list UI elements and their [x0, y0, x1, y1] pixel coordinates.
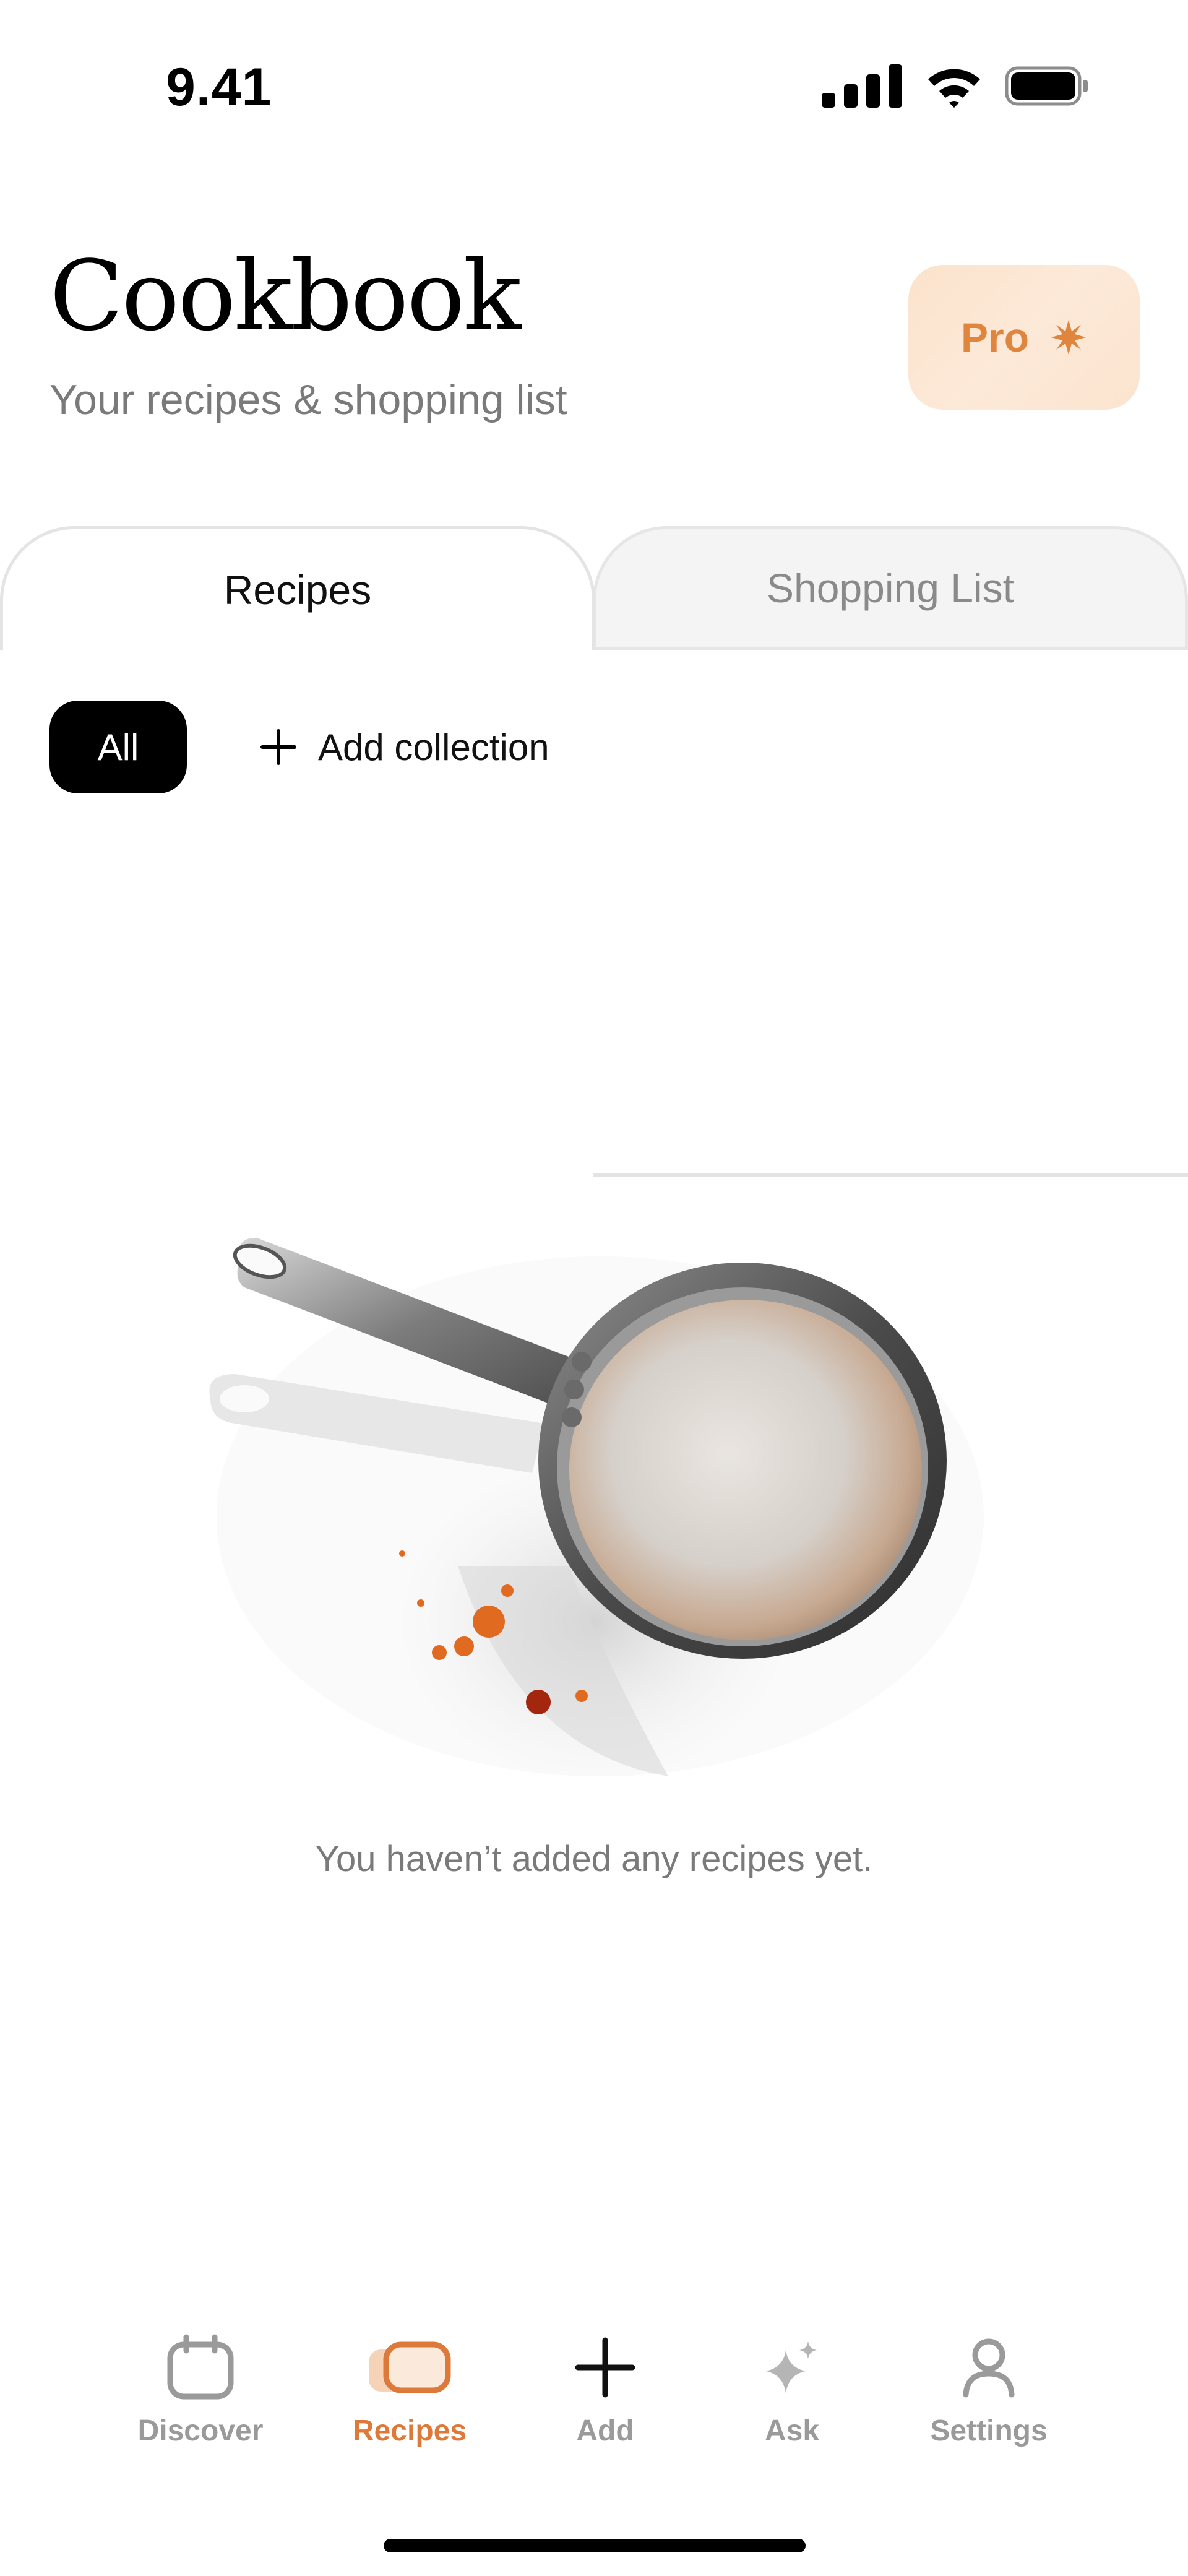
status-icons [822, 64, 1089, 108]
calendar-icon [166, 2327, 235, 2408]
tabs-divider [593, 1173, 1188, 1177]
sparkle-burst-icon [1051, 320, 1087, 355]
nav-item-ask[interactable]: Ask [699, 2327, 885, 2476]
bottom-nav: Discover Recipes Add Ask Settings [0, 2327, 1188, 2488]
nav-label-discover: Discover [137, 2414, 264, 2447]
person-icon [961, 2327, 1017, 2408]
cellular-signal-icon [822, 64, 902, 108]
nav-item-settings[interactable]: Settings [896, 2327, 1082, 2476]
status-bar: 9.41 [0, 0, 1188, 179]
filter-all-chip[interactable]: All [50, 701, 187, 793]
nav-item-recipes[interactable]: Recipes [317, 2327, 502, 2476]
recipe-card-icon [366, 2327, 453, 2408]
nav-label-settings: Settings [930, 2414, 1048, 2447]
wifi-icon [928, 69, 980, 108]
page-title: Cookbook [50, 240, 522, 352]
nav-label-recipes: Recipes [352, 2414, 467, 2447]
nav-item-discover[interactable]: Discover [108, 2327, 293, 2476]
segment-tabs: Shopping List Recipes [0, 526, 1188, 1177]
home-indicator[interactable] [384, 2539, 806, 2552]
plus-icon [574, 2327, 636, 2408]
plus-icon [260, 729, 296, 765]
pro-label: Pro [960, 314, 1030, 360]
tab-shopping-list[interactable]: Shopping List [593, 526, 1188, 650]
sparkle-icon [761, 2327, 823, 2408]
nav-label-ask: Ask [764, 2414, 820, 2447]
nav-item-add[interactable]: Add [512, 2327, 698, 2476]
tab-shopping-list-label: Shopping List [767, 565, 1014, 611]
status-time: 9.41 [166, 58, 272, 117]
add-collection-label: Add collection [318, 726, 549, 768]
tab-recipes[interactable]: Recipes [0, 526, 595, 650]
empty-state-message: You haven’t added any recipes yet. [315, 1839, 873, 1879]
pro-button[interactable]: Pro [908, 265, 1140, 410]
frying-pan-illustration [209, 1238, 984, 1776]
page-subtitle: Your recipes & shopping list [50, 376, 567, 423]
battery-icon [1005, 66, 1088, 106]
add-collection-button[interactable]: Add collection [260, 706, 549, 789]
tab-recipes-label: Recipes [223, 566, 372, 613]
nav-label-add: Add [576, 2414, 634, 2447]
